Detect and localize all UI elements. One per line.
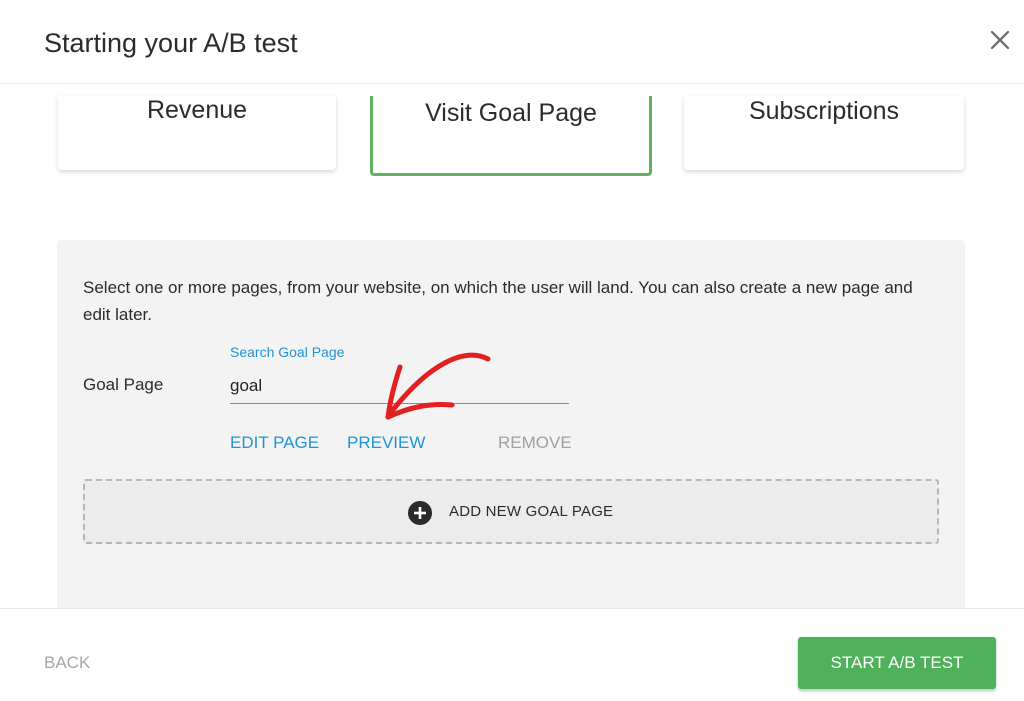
modal-title: Starting your A/B test — [44, 28, 298, 58]
close-button[interactable] — [986, 26, 1016, 56]
back-button[interactable]: BACK — [44, 653, 90, 673]
start-ab-test-button[interactable]: START A/B TEST — [798, 637, 996, 689]
goal-type-label: Subscriptions — [748, 97, 900, 125]
goal-type-label: Visit Goal Page — [425, 99, 597, 127]
goal-type-label: Revenue — [146, 96, 248, 124]
modal-footer: BACK START A/B TEST — [0, 608, 1024, 701]
add-new-goal-page-button[interactable]: ADD NEW GOAL PAGE — [83, 479, 939, 544]
search-goal-page-input[interactable] — [230, 368, 569, 404]
remove-link[interactable]: REMOVE — [498, 433, 572, 453]
modal-header: Starting your A/B test — [0, 0, 1024, 84]
add-new-goal-page-label: ADD NEW GOAL PAGE — [449, 503, 614, 520]
close-icon — [990, 30, 1010, 50]
goal-page-panel: Select one or more pages, from your webs… — [57, 240, 965, 620]
panel-description: Select one or more pages, from your webs… — [83, 278, 913, 324]
goal-page-label: Goal Page — [83, 375, 164, 394]
plus-circle-icon — [408, 501, 432, 525]
goal-type-visit-goal-page[interactable]: Visit Goal Page — [370, 96, 652, 176]
goal-type-subscriptions[interactable]: Subscriptions — [684, 96, 964, 170]
search-goal-page-label: Search Goal Page — [230, 344, 345, 360]
goal-type-revenue[interactable]: Revenue — [58, 96, 336, 170]
preview-link[interactable]: PREVIEW — [347, 433, 425, 453]
ab-test-modal: Starting your A/B test Revenue Visit Goa… — [0, 0, 1024, 701]
edit-page-link[interactable]: EDIT PAGE — [230, 433, 319, 453]
